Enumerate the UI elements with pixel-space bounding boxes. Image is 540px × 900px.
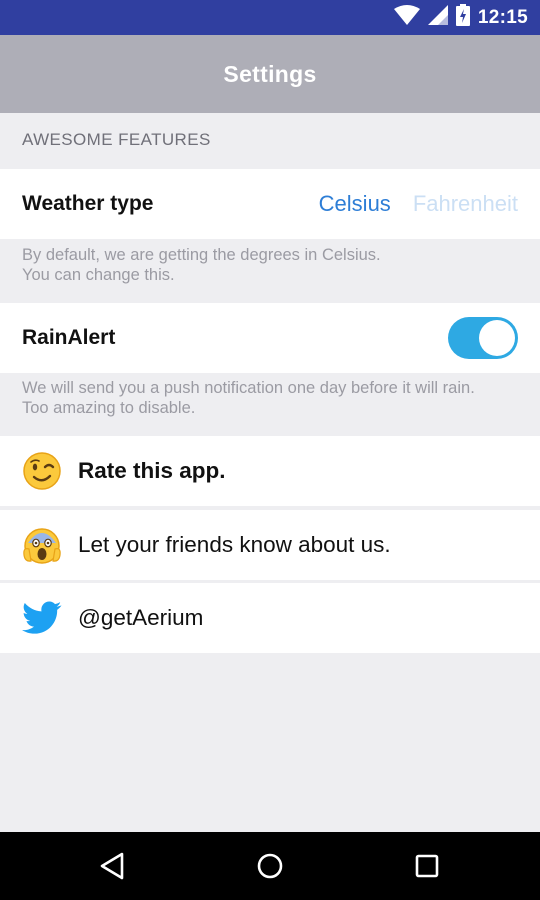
wifi-icon bbox=[393, 5, 420, 30]
app-bar: Settings bbox=[0, 35, 540, 113]
celsius-option[interactable]: Celsius bbox=[319, 191, 391, 217]
status-bar: 12:15 bbox=[0, 0, 540, 35]
fahrenheit-option[interactable]: Fahrenheit bbox=[413, 191, 518, 217]
share-label: Let your friends know about us. bbox=[78, 532, 391, 557]
weather-type-hint: By default, we are getting the degrees i… bbox=[22, 245, 381, 285]
rain-alert-toggle[interactable] bbox=[448, 317, 518, 359]
status-icons: 12:15 bbox=[393, 0, 528, 35]
back-icon[interactable] bbox=[96, 850, 128, 882]
signal-icon bbox=[427, 5, 448, 30]
rain-hint-line-1: We will send you a push notification one… bbox=[22, 379, 475, 397]
battery-charging-icon bbox=[455, 4, 470, 31]
home-icon[interactable] bbox=[254, 850, 286, 882]
twitter-row[interactable]: @getAerium bbox=[0, 583, 540, 653]
system-nav-bar bbox=[0, 832, 540, 900]
section-header: AWESOME FEATURES bbox=[22, 130, 211, 149]
weather-type-row: Weather type Celsius Fahrenheit bbox=[0, 169, 540, 239]
share-row[interactable]: Let your friends know about us. bbox=[0, 510, 540, 580]
rain-hint-line-2: Too amazing to disable. bbox=[22, 399, 196, 417]
winking-face-icon bbox=[22, 451, 62, 491]
status-time: 12:15 bbox=[477, 6, 528, 28]
page-title: Settings bbox=[223, 60, 317, 87]
toggle-knob bbox=[479, 320, 515, 356]
rate-app-label: Rate this app. bbox=[78, 458, 226, 483]
rain-alert-label: RainAlert bbox=[22, 326, 116, 349]
rate-app-row[interactable]: Rate this app. bbox=[0, 436, 540, 506]
weather-hint-line-1: By default, we are getting the degrees i… bbox=[22, 246, 381, 264]
twitter-handle-label: @getAerium bbox=[78, 605, 204, 630]
weather-hint-line-2: You can change this. bbox=[22, 266, 175, 284]
screaming-face-icon bbox=[22, 525, 62, 565]
rain-alert-row: RainAlert bbox=[0, 303, 540, 373]
weather-type-label: Weather type bbox=[22, 192, 154, 215]
recents-icon[interactable] bbox=[411, 850, 443, 882]
rain-alert-hint: We will send you a push notification one… bbox=[22, 378, 475, 418]
unit-toggle: Celsius Fahrenheit bbox=[319, 191, 518, 217]
twitter-bird-icon bbox=[22, 598, 62, 638]
